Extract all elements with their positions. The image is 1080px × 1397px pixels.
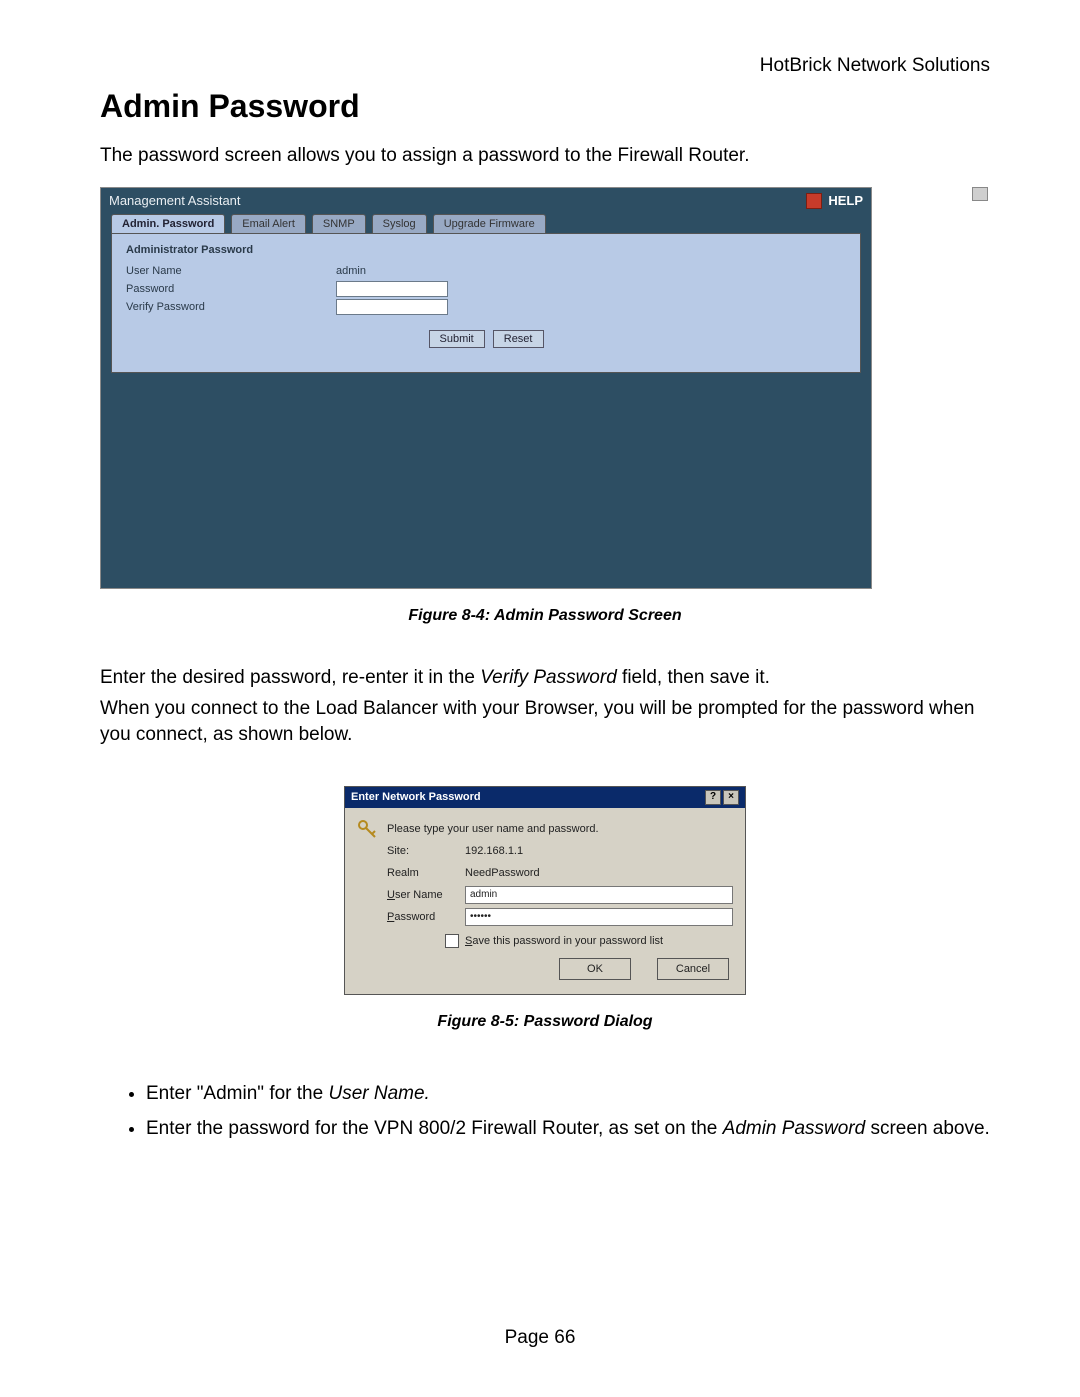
- verify-password-input[interactable]: [336, 299, 448, 315]
- password-label: Password: [126, 283, 336, 295]
- list-item: Enter the password for the VPN 800/2 Fir…: [146, 1116, 990, 1142]
- tab-email-alert[interactable]: Email Alert: [231, 214, 306, 233]
- verify-password-label: Verify Password: [126, 301, 336, 313]
- dialog-username-input[interactable]: admin: [465, 886, 733, 904]
- site-value: 192.168.1.1: [465, 845, 523, 857]
- router-window-title: Management Assistant: [109, 193, 241, 208]
- site-label: Site:: [387, 845, 465, 857]
- reset-button[interactable]: Reset: [493, 330, 544, 348]
- password-dialog: Enter Network Password ? × Please type y…: [344, 786, 746, 995]
- figure-caption-1: Figure 8-4: Admin Password Screen: [100, 607, 990, 625]
- list-item: Enter "Admin" for the User Name.: [146, 1081, 990, 1107]
- scrollbar-up-icon[interactable]: [972, 187, 988, 201]
- dialog-prompt: Please type your user name and password.: [387, 823, 599, 835]
- help-label: HELP: [828, 193, 863, 208]
- figure-caption-2: Figure 8-5: Password Dialog: [100, 1013, 990, 1031]
- figure-admin-password-screen: Management Assistant HELP Admin. Passwor…: [100, 187, 990, 625]
- admin-password-panel: Administrator Password User Name admin P…: [111, 233, 861, 373]
- instruction-list: Enter "Admin" for the User Name. Enter t…: [100, 1081, 990, 1142]
- router-window: Management Assistant HELP Admin. Passwor…: [100, 187, 872, 589]
- dialog-password-input[interactable]: ••••••: [465, 908, 733, 926]
- password-input[interactable]: [336, 281, 448, 297]
- tab-bar: Admin. Password Email Alert SNMP Syslog …: [101, 214, 871, 233]
- realm-label: Realm: [387, 867, 465, 879]
- save-password-checkbox[interactable]: [445, 934, 459, 948]
- page-title: Admin Password: [100, 88, 990, 125]
- figure-password-dialog: Enter Network Password ? × Please type y…: [100, 786, 990, 995]
- page-number: Page 66: [0, 1327, 1080, 1349]
- tab-admin-password[interactable]: Admin. Password: [111, 214, 225, 233]
- key-icon: [357, 819, 377, 839]
- ok-button[interactable]: OK: [559, 958, 631, 980]
- dialog-title: Enter Network Password: [351, 791, 481, 803]
- tab-snmp[interactable]: SNMP: [312, 214, 366, 233]
- paragraph-enter-password: Enter the desired password, re-enter it …: [100, 665, 990, 691]
- dialog-password-label: Password: [387, 911, 465, 923]
- save-password-label: Save this password in your password list: [465, 935, 663, 947]
- help-icon: [806, 193, 822, 209]
- username-value: admin: [336, 265, 366, 277]
- help-button[interactable]: HELP: [806, 193, 863, 209]
- cancel-button[interactable]: Cancel: [657, 958, 729, 980]
- intro-text: The password screen allows you to assign…: [100, 143, 990, 169]
- dialog-username-label: User Name: [387, 889, 465, 901]
- panel-title: Administrator Password: [126, 244, 846, 256]
- dialog-help-button[interactable]: ?: [705, 790, 721, 805]
- submit-button[interactable]: Submit: [429, 330, 485, 348]
- tab-syslog[interactable]: Syslog: [372, 214, 427, 233]
- tab-upgrade-firmware[interactable]: Upgrade Firmware: [433, 214, 546, 233]
- realm-value: NeedPassword: [465, 867, 540, 879]
- paragraph-browser-prompt: When you connect to the Load Balancer wi…: [100, 696, 990, 747]
- username-label: User Name: [126, 265, 336, 277]
- company-name: HotBrick Network Solutions: [760, 55, 990, 77]
- dialog-close-button[interactable]: ×: [723, 790, 739, 805]
